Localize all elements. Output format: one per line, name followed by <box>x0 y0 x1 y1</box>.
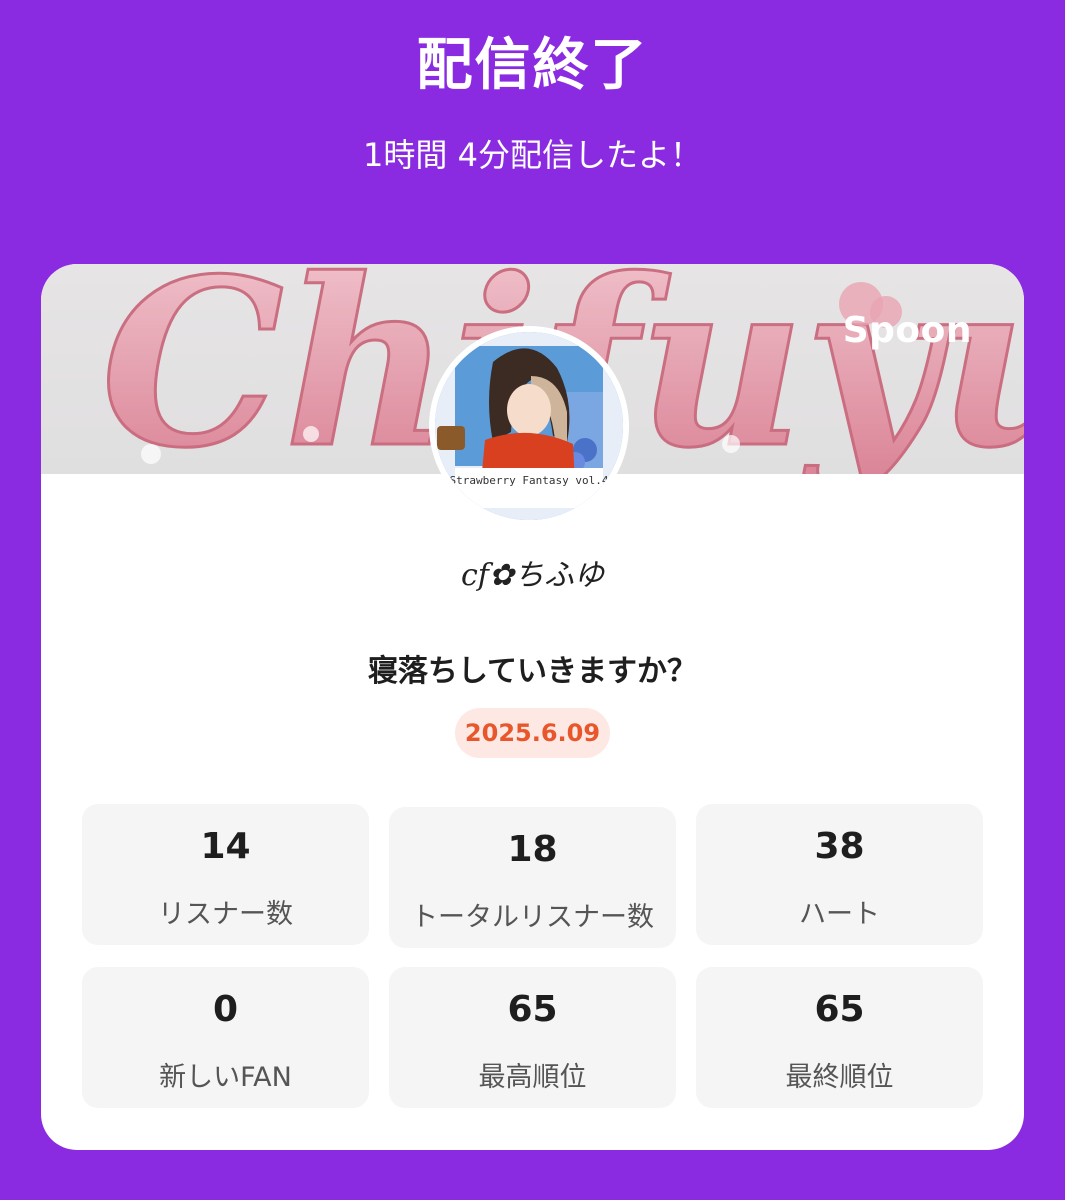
stat-label: 最高順位 <box>478 1062 587 1093</box>
stat-value: 14 <box>200 826 251 867</box>
stat-label: 新しいFAN <box>159 1062 292 1093</box>
stream-title: 寝落ちしていきますか？ <box>367 654 698 689</box>
stat-total-listeners: 18 トータルリスナー数 <box>389 807 676 948</box>
stat-value: 65 <box>814 989 865 1030</box>
stat-value: 18 <box>507 829 558 870</box>
spoon-logo: Spoon <box>842 310 972 351</box>
date-badge: 2025.6.09 <box>455 708 610 758</box>
stat-label: ハート <box>799 899 880 930</box>
stat-hearts: 38 ハート <box>696 804 983 945</box>
stat-label: リスナー数 <box>158 899 293 930</box>
stat-label: トータルリスナー数 <box>411 902 654 933</box>
stat-value: 65 <box>507 989 558 1030</box>
stats-grid: 14 リスナー数 18 トータルリスナー数 38 ハート 0 新しいFAN 65… <box>82 804 983 1109</box>
svg-text:Strawberry Fantasy vol.4: Strawberry Fantasy vol.4 <box>450 474 609 487</box>
avatar-illustration: Strawberry Fantasy vol.4 <box>435 332 623 520</box>
stat-listeners: 14 リスナー数 <box>82 804 369 945</box>
stat-value: 38 <box>814 826 865 867</box>
avatar: Strawberry Fantasy vol.4 <box>429 326 629 526</box>
username: cf✿ちふゆ <box>460 558 605 593</box>
stat-highest-rank: 65 最高順位 <box>389 967 676 1108</box>
stat-label: 最終順位 <box>785 1062 894 1093</box>
stream-summary-card: Chifuyu Spoon Strawberry Fantasy vol.4 <box>41 264 1024 1150</box>
duration-text: 1時間 4分配信したよ！ <box>363 136 702 174</box>
stat-final-rank: 65 最終順位 <box>696 967 983 1108</box>
stat-value: 0 <box>212 989 239 1030</box>
page-title: 配信終了 <box>416 33 649 98</box>
stat-new-fans: 0 新しいFAN <box>82 967 369 1108</box>
